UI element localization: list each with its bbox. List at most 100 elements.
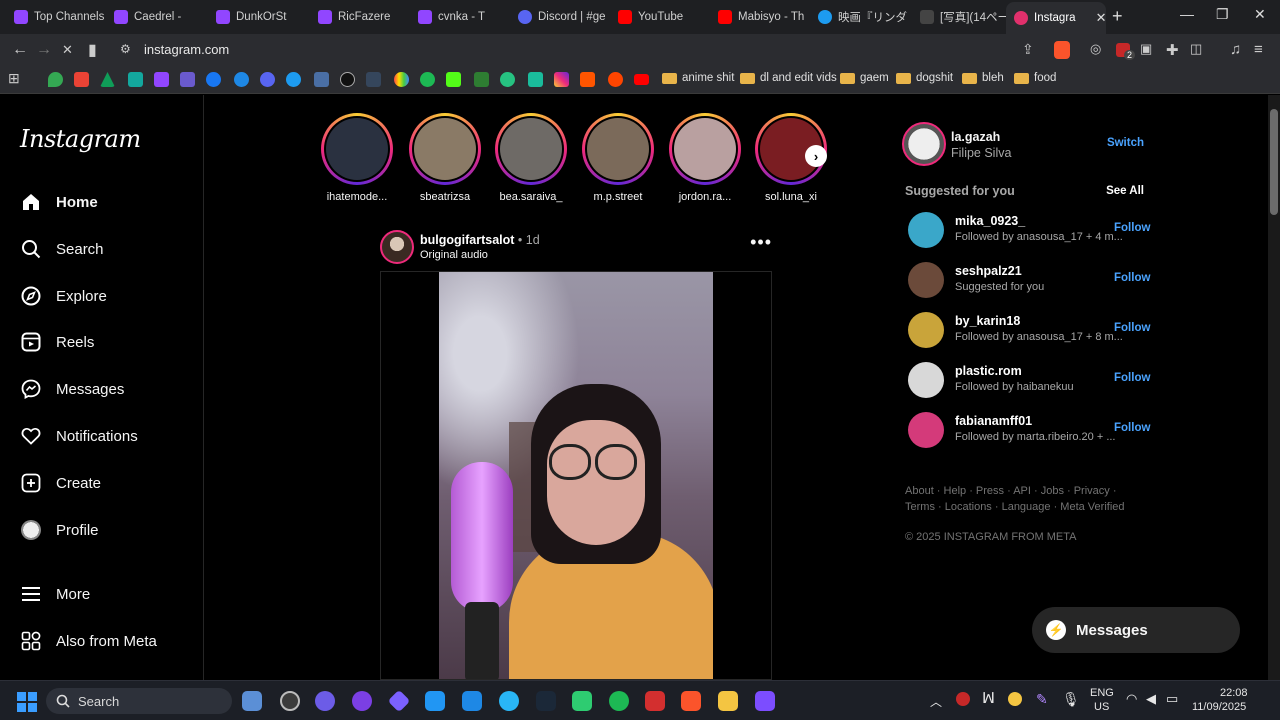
close-tab-icon[interactable]: ✕ [1096, 10, 1106, 26]
app-icon[interactable] [280, 691, 300, 711]
suggestion-username[interactable]: seshpalz21 [955, 264, 1022, 278]
twitch-icon[interactable] [154, 72, 169, 87]
restore-icon[interactable]: ❐ [1216, 6, 1229, 23]
forward-icon[interactable]: → [36, 41, 52, 59]
steam-icon[interactable] [536, 691, 556, 711]
screenshot-icon[interactable]: ▣ [1140, 41, 1152, 57]
reel-video[interactable] [439, 272, 713, 679]
bookmark-folder[interactable]: food [1014, 72, 1056, 84]
bookmark-site-icon[interactable] [180, 72, 195, 87]
post-audio[interactable]: Original audio [420, 249, 488, 261]
bookmark-folder[interactable]: dl and edit vids [740, 72, 837, 84]
vpn-icon[interactable]: ◎ [1090, 41, 1101, 57]
app-icon[interactable] [572, 691, 592, 711]
story-item[interactable]: jordon.ra... [664, 113, 746, 203]
drive-icon[interactable] [100, 72, 115, 87]
switch-account-button[interactable]: Switch [1107, 137, 1144, 149]
twitter-icon[interactable] [286, 72, 301, 87]
extensions-puzzle-icon[interactable]: ✚ [1166, 41, 1179, 59]
account-avatar[interactable] [902, 122, 946, 166]
sidebar-item-explore[interactable]: Explore [20, 285, 107, 307]
new-tab-button[interactable]: + [1112, 6, 1123, 27]
tab[interactable]: YouTube [610, 4, 708, 30]
windows-start-icon[interactable] [17, 692, 37, 712]
tray-app-icon[interactable]: ✎ [1036, 691, 1048, 708]
tab[interactable]: Mabisyo - Th [710, 4, 808, 30]
gmail-icon[interactable] [74, 72, 89, 87]
sidebar-item-search[interactable]: Search [20, 238, 104, 260]
footer-links[interactable]: About · Help · Press · API · Jobs · Priv… [905, 483, 1135, 515]
tab[interactable]: [写真](14ペー [912, 4, 1010, 30]
sidebar-item-more[interactable]: More [20, 583, 90, 605]
avatar[interactable] [908, 412, 944, 448]
language-indicator[interactable]: ENG [1090, 687, 1114, 699]
post-avatar[interactable] [380, 230, 414, 264]
discord-icon[interactable] [260, 72, 275, 87]
suggestion-username[interactable]: mika_0923_ [955, 214, 1025, 228]
suggestion-username[interactable]: by_karin18 [955, 314, 1020, 328]
facebook-icon[interactable] [206, 72, 221, 87]
instagram-icon[interactable] [554, 72, 569, 87]
microphone-icon[interactable]: 🎙 [1062, 691, 1080, 708]
bookmark-icon[interactable]: ▮ [88, 40, 97, 60]
app-icon[interactable] [755, 691, 775, 711]
follow-button[interactable]: Follow [1114, 222, 1150, 234]
soundcloud-icon[interactable] [580, 72, 595, 87]
scrollbar-thumb[interactable] [1270, 109, 1278, 215]
clock-time[interactable]: 22:08 [1220, 687, 1248, 699]
more-options-icon[interactable]: ••• [750, 232, 772, 253]
tumblr-icon[interactable] [366, 72, 381, 87]
sidebar-item-create[interactable]: Create [20, 472, 101, 494]
brave-icon[interactable] [681, 691, 701, 711]
kick-icon[interactable] [446, 72, 461, 87]
chevron-up-icon[interactable]: ︿ [930, 693, 942, 710]
suggestion-username[interactable]: plastic.rom [955, 364, 1022, 378]
bookmark-site-icon[interactable] [474, 72, 489, 87]
sidebar-item-reels[interactable]: Reels [20, 331, 94, 353]
tab[interactable]: cvnka - T [410, 4, 508, 30]
story-item[interactable]: m.p.street [577, 113, 659, 203]
tab[interactable]: 映画『リンダ リ [810, 4, 908, 30]
bookmark-folder[interactable]: bleh [962, 72, 1004, 84]
bookmark-site-icon[interactable] [314, 72, 329, 87]
follow-button[interactable]: Follow [1114, 272, 1150, 284]
app-icon[interactable] [387, 689, 411, 713]
reddit-icon[interactable] [608, 72, 623, 87]
menu-icon[interactable]: ≡ [1254, 41, 1263, 58]
volume-icon[interactable]: ◀ [1146, 691, 1156, 707]
post-username[interactable]: bulgogifartsalot [420, 233, 514, 247]
post-media[interactable] [380, 271, 772, 680]
app-icon[interactable] [499, 691, 519, 711]
maps-icon[interactable] [48, 72, 63, 87]
tab[interactable]: Caedrel - [106, 4, 204, 30]
story-item[interactable]: ihatemode... [316, 113, 398, 203]
taskbar-search[interactable]: Search [46, 688, 232, 714]
sidebar-item-messages[interactable]: Messages [20, 378, 124, 400]
avatar[interactable] [908, 262, 944, 298]
bookmark-folder[interactable]: anime shit [662, 72, 734, 84]
close-window-icon[interactable]: ✕ [1254, 6, 1266, 23]
spotify-icon[interactable] [609, 691, 629, 711]
tab[interactable]: RicFazere [310, 4, 408, 30]
gallery-icon[interactable] [242, 691, 262, 711]
tab[interactable]: Discord | #ge [510, 4, 608, 30]
battery-icon[interactable]: ▭ [1166, 691, 1178, 707]
avatar[interactable] [908, 212, 944, 248]
obs-icon[interactable] [352, 691, 372, 711]
brave-shields-icon[interactable] [1054, 41, 1070, 59]
globe-icon[interactable] [234, 72, 249, 87]
bookmark-folder[interactable]: dogshit [896, 72, 953, 84]
sidebar-item-profile[interactable]: Profile [20, 519, 99, 541]
story-item[interactable]: sbeatrizsa [404, 113, 486, 203]
sidebar-toggle-icon[interactable]: ◫ [1190, 41, 1202, 57]
wifi-icon[interactable]: ◠ [1126, 691, 1137, 707]
minimize-icon[interactable]: — [1180, 6, 1194, 22]
bookmark-site-icon[interactable] [528, 72, 543, 87]
messages-drawer-button[interactable]: ⚡ Messages [1032, 607, 1240, 653]
bookmark-folder[interactable]: gaem [840, 72, 889, 84]
follow-button[interactable]: Follow [1114, 322, 1150, 334]
share-icon[interactable]: ⇪ [1022, 41, 1034, 58]
sidebar-item-notifications[interactable]: Notifications [20, 425, 138, 447]
avatar[interactable] [908, 312, 944, 348]
app-icon[interactable] [315, 691, 335, 711]
